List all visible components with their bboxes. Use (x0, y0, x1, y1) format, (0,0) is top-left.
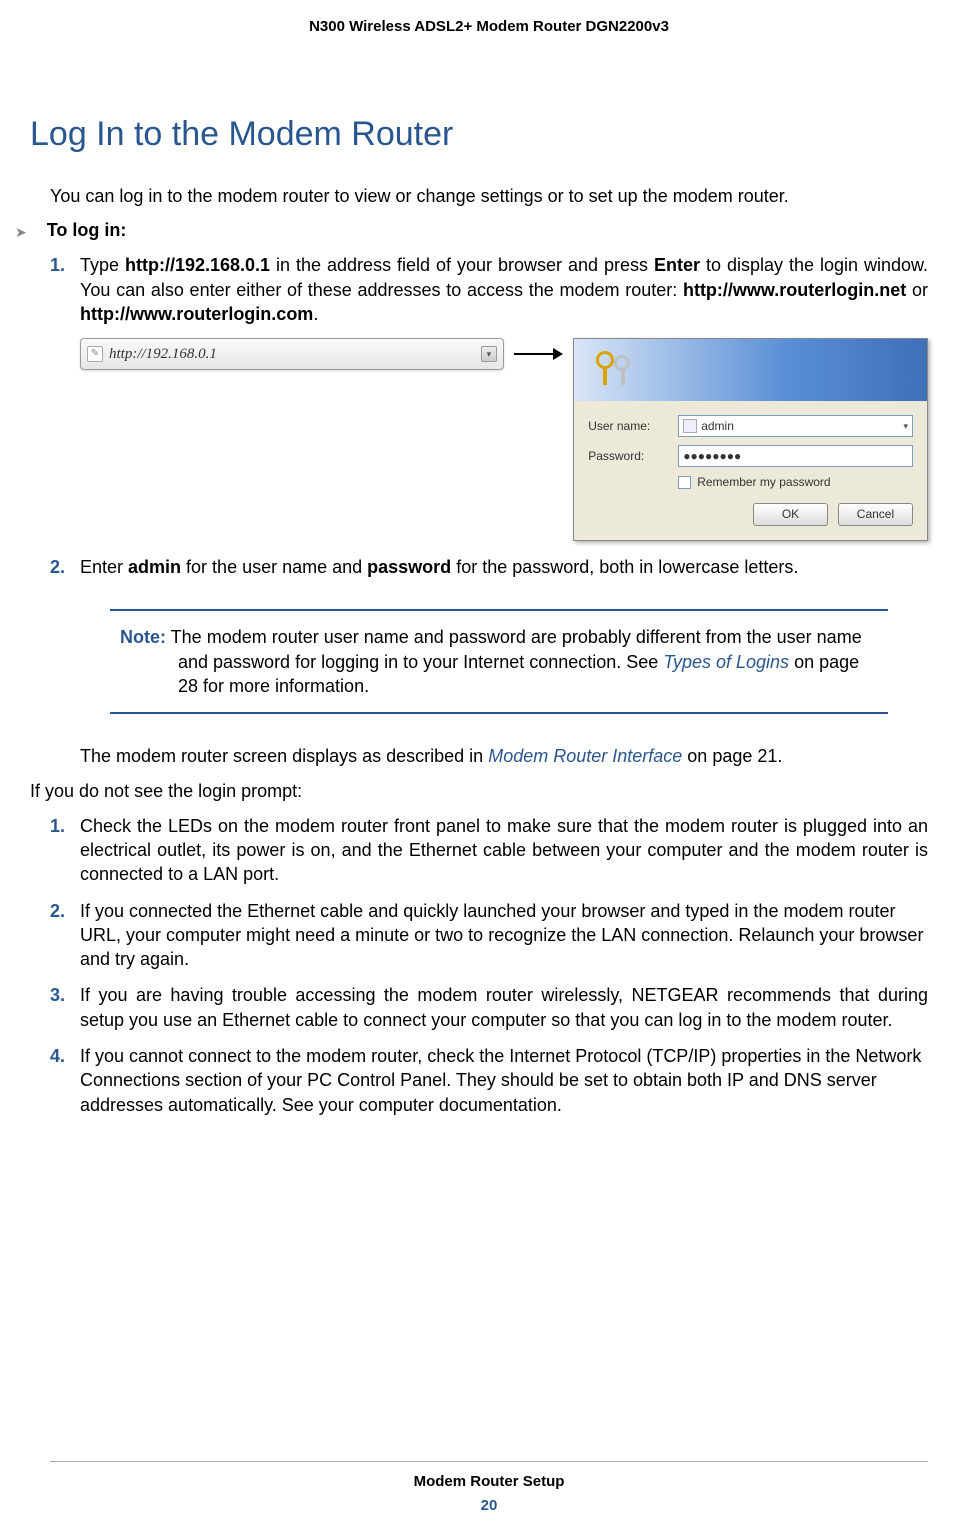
user-icon (683, 419, 697, 433)
page-title: Log In to the Modem Router (30, 115, 928, 154)
to-log-in-label: To log in: (47, 220, 127, 241)
modem-router-interface-link[interactable]: Modem Router Interface (488, 746, 682, 766)
page-icon: ✎ (87, 346, 103, 362)
chevron-down-icon[interactable]: ▾ (903, 421, 908, 432)
triangle-icon: ➤ (15, 224, 27, 241)
username-input[interactable]: admin ▾ (678, 415, 913, 437)
step-1: 1. Type http://192.168.0.1 in the addres… (50, 253, 928, 326)
password-input[interactable]: ●●●●●●●● (678, 445, 913, 467)
page-number: 20 (0, 1497, 978, 1514)
login-dialog: User name: admin ▾ Password: ●●●●●●●● Re… (573, 338, 928, 541)
procedure-header: ➤ To log in: (15, 220, 928, 241)
cancel-button[interactable]: Cancel (838, 503, 913, 526)
step-number: 2. (50, 555, 65, 579)
troubleshoot-2: 2.If you connected the Ethernet cable an… (50, 899, 928, 972)
running-head: N300 Wireless ADSL2+ Modem Router DGN220… (50, 0, 928, 95)
username-label: User name: (588, 419, 678, 433)
note-box: Note: The modem router user name and pas… (110, 609, 888, 714)
types-of-logins-link[interactable]: Types of Logins (663, 652, 789, 672)
dropdown-icon[interactable]: ▾ (481, 346, 497, 362)
step-number: 1. (50, 253, 65, 277)
browser-address-bar[interactable]: ✎ http://192.168.0.1 ▾ (80, 338, 504, 370)
intro-paragraph: You can log in to the modem router to vi… (50, 184, 928, 208)
address-url: http://192.168.0.1 (109, 346, 481, 363)
ok-button[interactable]: OK (753, 503, 828, 526)
after-note-paragraph: The modem router screen displays as desc… (80, 744, 928, 768)
troubleshoot-4: 4.If you cannot connect to the modem rou… (50, 1044, 928, 1117)
keys-icon (594, 349, 636, 391)
footer-section-title: Modem Router Setup (0, 1473, 978, 1490)
remember-checkbox[interactable] (678, 476, 691, 489)
remember-label: Remember my password (697, 475, 830, 489)
note-label: Note: (120, 627, 166, 647)
footer-rule (50, 1461, 928, 1462)
step-2: 2. Enter admin for the user name and pas… (50, 555, 928, 579)
dialog-banner (574, 339, 927, 401)
figure-row: ✎ http://192.168.0.1 ▾ User name: admin … (80, 338, 928, 541)
troubleshoot-1: 1.Check the LEDs on the modem router fro… (50, 814, 928, 887)
troubleshoot-lead: If you do not see the login prompt: (30, 781, 928, 802)
troubleshoot-3: 3.If you are having trouble accessing th… (50, 983, 928, 1032)
password-label: Password: (588, 449, 678, 463)
